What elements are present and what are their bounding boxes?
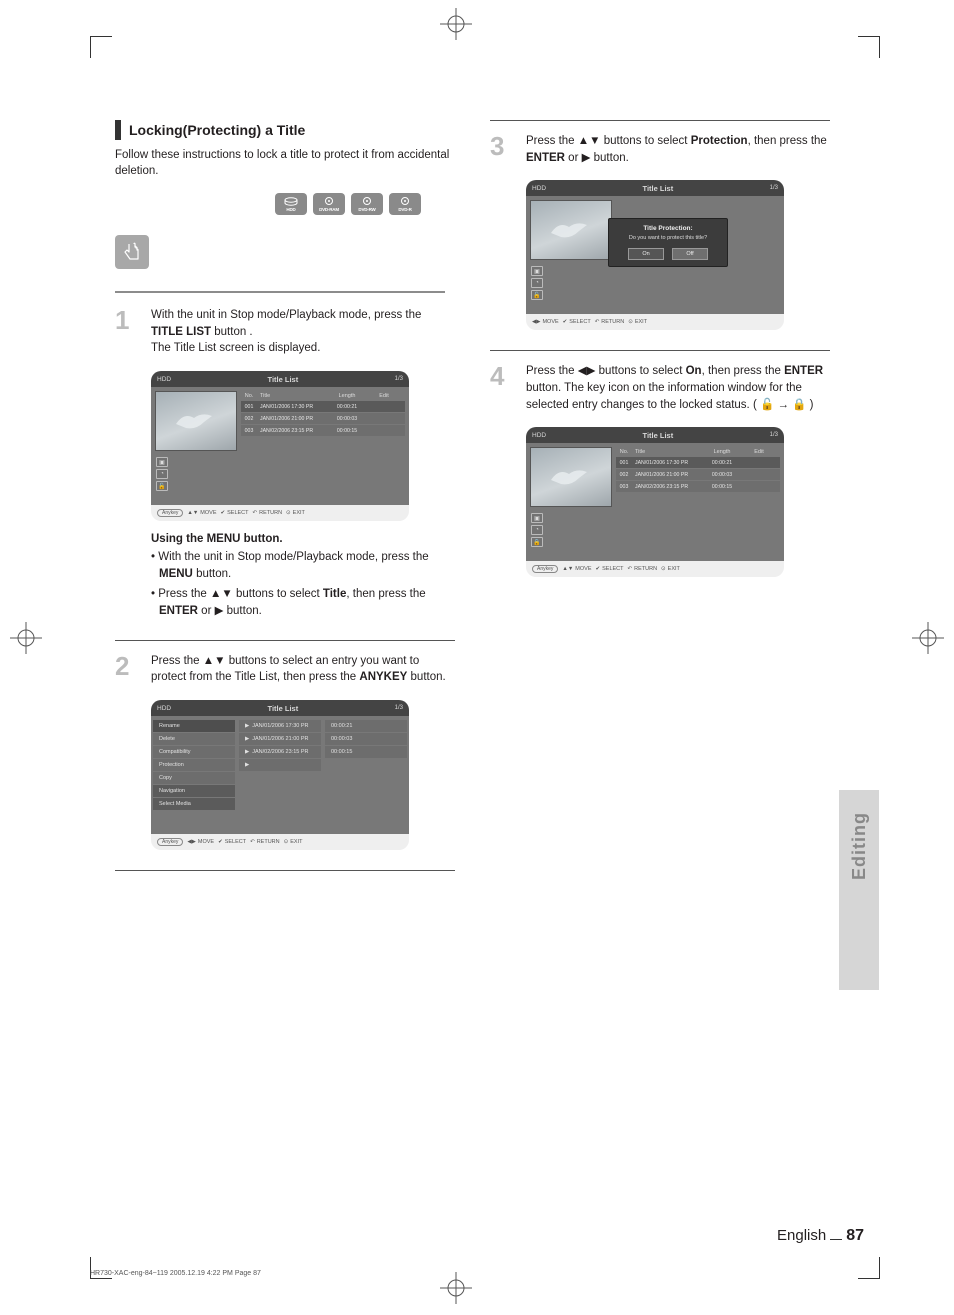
list-row: 003JAN/02/2006 23:15 PR00:00:15 bbox=[616, 481, 780, 492]
lock-icon: 🔒 bbox=[531, 537, 543, 547]
list-row: 001JAN/01/2006 17:30 PR00:00:21 bbox=[616, 457, 780, 468]
side-tab: Editing bbox=[839, 790, 879, 990]
preview-thumbnail bbox=[155, 391, 237, 451]
divider bbox=[115, 291, 445, 293]
hdd-icon: HDD bbox=[275, 193, 307, 215]
step-4: 4 Press the ◀▶ buttons to select On, the… bbox=[490, 363, 830, 413]
menu-item: Protection bbox=[153, 759, 235, 771]
menu-item: Rename bbox=[153, 720, 235, 732]
divider bbox=[490, 120, 830, 121]
dialog-on-button[interactable]: On bbox=[628, 248, 664, 260]
info-icon-1: ▣ bbox=[156, 457, 168, 467]
screen-title-list-locked: HDD Title List 1/3 ▣ ◔ 🔒 No. Title Lengt bbox=[526, 427, 784, 577]
preview-thumbnail bbox=[530, 200, 612, 260]
menu-item: Delete bbox=[153, 733, 235, 745]
list-row: 003JAN/02/2006 23:15 PR00:00:15 bbox=[241, 425, 405, 436]
divider bbox=[115, 640, 455, 641]
menu-item: Copy bbox=[153, 772, 235, 784]
side-tab-label: Editing bbox=[849, 812, 870, 880]
list-row: 001JAN/01/2006 17:30 PR00:00:21 bbox=[241, 401, 405, 412]
dialog-off-button[interactable]: Off bbox=[672, 248, 708, 260]
step-1: 1 With the unit in Stop mode/Playback mo… bbox=[115, 307, 455, 357]
menu-right-row: ▶JAN/02/2006 23:15 PR bbox=[239, 746, 321, 758]
menu-right-row: ▶JAN/01/2006 17:30 PR bbox=[239, 720, 321, 732]
dvd-ram-icon: DVD-RAM bbox=[313, 193, 345, 215]
info-icon-2: ◔ bbox=[156, 469, 168, 479]
hand-icon bbox=[115, 235, 149, 269]
screen-anykey-menu: HDD Title List 1/3 Rename Delete Compati… bbox=[151, 700, 409, 850]
menu-item: Select Media bbox=[153, 798, 235, 810]
menu-item: Compatibility bbox=[153, 746, 235, 758]
anykey-icon: Anykey bbox=[157, 509, 183, 517]
using-menu-block: Using the MENU button. • With the unit i… bbox=[151, 533, 455, 620]
menu-right-row: ▶JAN/01/2006 21:00 PR bbox=[239, 733, 321, 745]
step-3: 3 Press the ▲▼ buttons to select Protect… bbox=[490, 133, 830, 166]
file-info: HR730-XAC-eng-84~119 2005.12.19 4:22 PM … bbox=[90, 1270, 261, 1277]
menu-item: Navigation bbox=[153, 785, 235, 797]
list-row: 002JAN/01/2006 21:00 PR00:00:03 bbox=[616, 469, 780, 480]
section-title: Locking(Protecting) a Title bbox=[115, 120, 455, 140]
preview-thumbnail bbox=[530, 447, 612, 507]
screen-protection-dialog: HDD Title List 1/3 ▣ ◔ 🔓 Title Protectio… bbox=[526, 180, 784, 330]
disc-icons: HDD DVD-RAM DVD-RW DVD-R bbox=[275, 193, 455, 215]
divider bbox=[115, 870, 455, 871]
screen-title-list: HDD Title List 1/3 ▣ ◔ 🔓 No. Title Lengt bbox=[151, 371, 409, 521]
step-2: 2 Press the ▲▼ buttons to select an entr… bbox=[115, 653, 455, 686]
dvd-rw-icon: DVD-RW bbox=[351, 193, 383, 215]
intro-text: Follow these instructions to lock a titl… bbox=[115, 148, 455, 179]
dvd-r-icon: DVD-R bbox=[389, 193, 421, 215]
list-row: 002JAN/01/2006 21:00 PR00:00:03 bbox=[241, 413, 405, 424]
info-icon-3: 🔓 bbox=[156, 481, 168, 491]
divider bbox=[490, 350, 830, 351]
protection-dialog: Title Protection: Do you want to protect… bbox=[608, 218, 728, 267]
page-footer: English 87 bbox=[777, 1227, 864, 1245]
